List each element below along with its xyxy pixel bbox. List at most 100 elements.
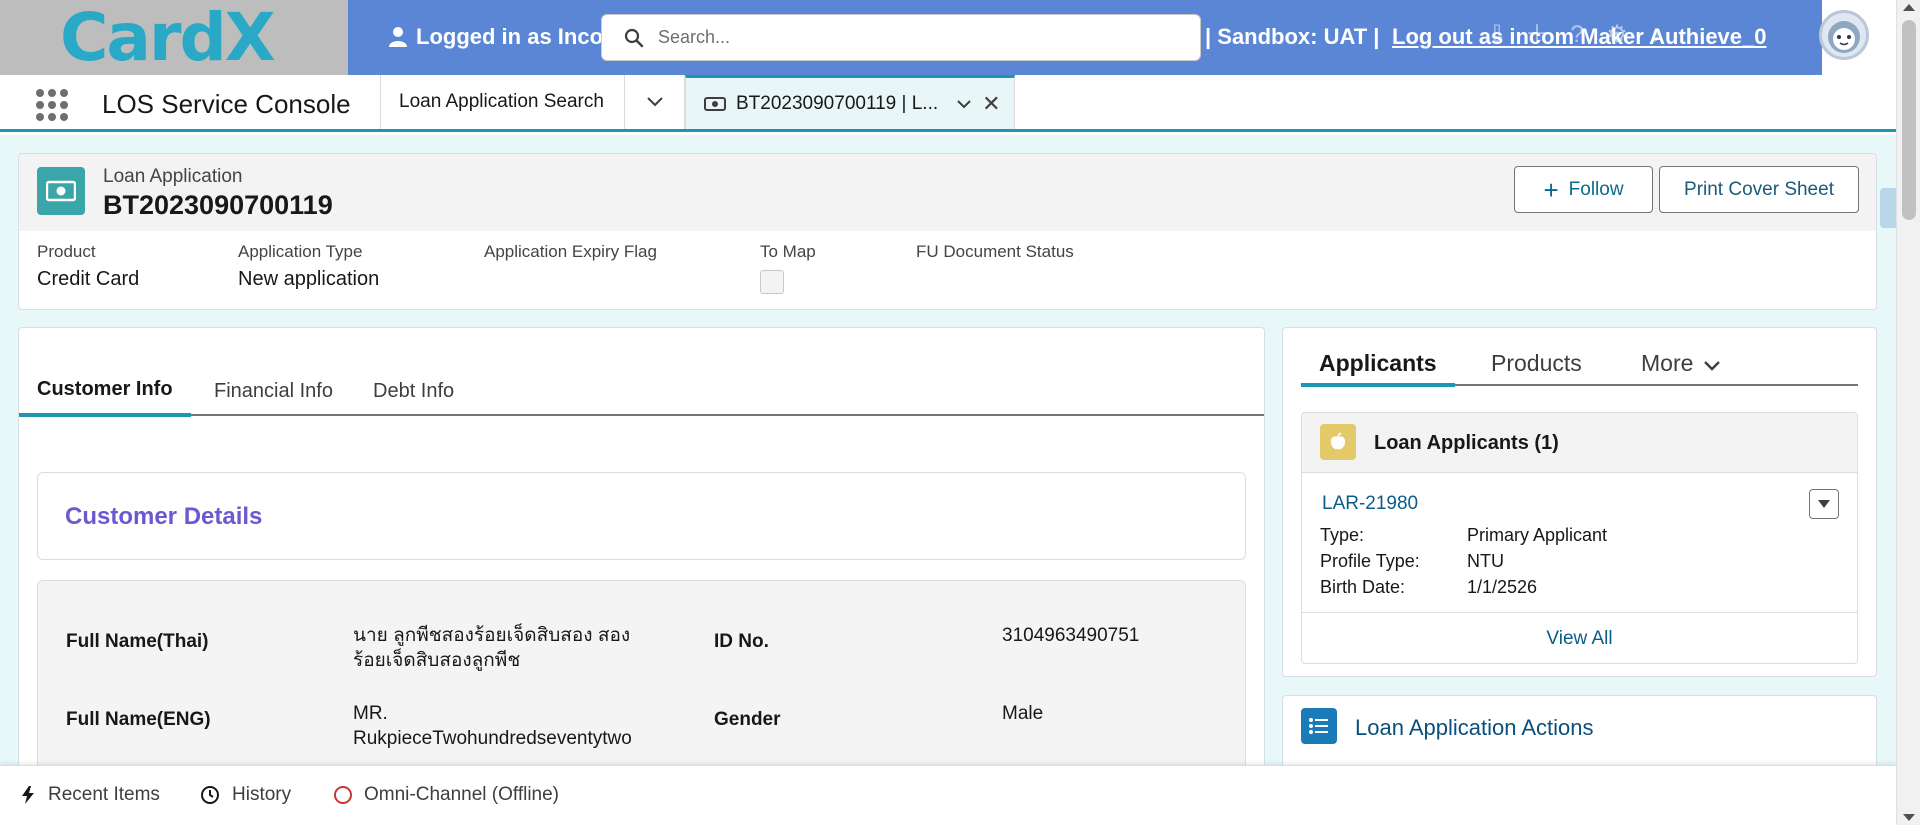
tab-chevron-down-icon[interactable] [956, 99, 972, 109]
field-label: To Map [760, 242, 816, 261]
field-label-full-name-eng: Full Name(ENG) [66, 709, 211, 730]
close-tab-icon[interactable]: ✕ [982, 91, 1000, 117]
related-panel: Applicants Products More Loan Applicants… [1282, 327, 1877, 677]
scroll-thumb[interactable] [1902, 20, 1916, 220]
highlight-field-to-map: To Map [760, 242, 816, 294]
follow-button[interactable]: + Follow [1514, 166, 1653, 213]
user-avatar[interactable] [1819, 10, 1869, 60]
chevron-down-icon [1704, 361, 1721, 371]
to-map-checkbox [760, 270, 784, 294]
app-name: LOS Service Console [102, 89, 351, 119]
print-cover-sheet-button[interactable]: Print Cover Sheet [1659, 166, 1859, 213]
panel-collapse-handle[interactable] [1880, 188, 1896, 228]
tab-label: Loan Application Search [399, 91, 604, 112]
follow-label: Follow [1568, 178, 1624, 200]
scroll-up-arrow-icon[interactable] [1903, 4, 1915, 11]
tab-applicants[interactable]: Applicants [1301, 350, 1455, 387]
tab-loan-application-search[interactable]: Loan Application Search [380, 75, 624, 129]
field-value-full-name-thai: นาย ลูกพีชสองร้อยเจ็ดสิบสอง สองร้อยเจ็ดส… [353, 625, 631, 671]
utility-label: History [232, 784, 292, 805]
sandbox-label: | Sandbox: UAT | [1205, 24, 1380, 49]
record-highlights-panel: Loan Application BT2023090700119 + Follo… [18, 153, 1877, 310]
row-key: Birth Date: [1320, 577, 1406, 597]
field-label-full-name-thai: Full Name(Thai) [66, 631, 209, 652]
page-scrollbar[interactable] [1896, 0, 1920, 825]
cardx-logo: CardX [60, 0, 276, 76]
tab-products[interactable]: Products [1491, 350, 1582, 386]
related-tabset: Applicants Products More [1301, 350, 1858, 387]
plus-icon: + [1543, 174, 1559, 205]
highlight-field-application-type: Application Type New application [238, 242, 379, 291]
customer-fields: Full Name(Thai) นาย ลูกพีชสองร้อยเจ็ดสิบ… [37, 580, 1246, 766]
loan-application-actions-card: Loan Application Actions [1282, 695, 1877, 775]
field-value-full-name-eng: MR. RukpieceTwohundredseventytwo [353, 703, 632, 749]
row-value: NTU [1467, 551, 1504, 571]
tab-loan-application-record[interactable]: BT2023090700119 | L... ✕ [685, 75, 1015, 129]
loan-application-icon [37, 167, 85, 215]
field-label: Application Expiry Flag [484, 242, 657, 261]
related-list-header: Loan Applicants (1) [1302, 413, 1857, 473]
actions-title[interactable]: Loan Application Actions [1355, 715, 1594, 741]
field-label: Product [37, 242, 96, 261]
avatar-icon [1828, 21, 1860, 53]
header-icon-group: ⇩ ＋ ? ⚙ ♪ [1484, 22, 1670, 48]
utility-history[interactable]: History [200, 784, 291, 806]
field-label: Application Type [238, 242, 363, 261]
help-icon[interactable]: ? [1564, 22, 1590, 48]
record-workspace: Loan Application BT2023090700119 + Follo… [0, 135, 1896, 775]
tab-debt-info[interactable]: Debt Info [373, 366, 454, 416]
tab-customer-info[interactable]: Customer Info [19, 366, 191, 417]
logo-area: CardX [0, 0, 348, 75]
related-list-title[interactable]: Loan Applicants (1) [1374, 432, 1559, 455]
field-value-gender: Male [1002, 703, 1044, 724]
money-icon [704, 96, 726, 111]
global-search[interactable] [601, 14, 1201, 61]
field-label-id-no: ID No. [714, 631, 769, 652]
add-icon[interactable]: ＋ [1524, 22, 1550, 48]
caret-down-icon [1818, 500, 1830, 508]
logged-in-text: Logged in as Inco [416, 24, 604, 49]
highlight-field-product: Product Credit Card [37, 242, 139, 291]
tab-financial-info[interactable]: Financial Info [214, 366, 333, 416]
offline-status-icon [334, 786, 352, 804]
console-navbar: LOS Service Console Loan Application Sea… [0, 75, 1896, 132]
scroll-down-arrow-icon[interactable] [1903, 814, 1915, 821]
download-icon[interactable]: ⇩ [1484, 22, 1510, 48]
field-value-id-no: 3104963490751 [1002, 625, 1140, 646]
field-value: New application [238, 268, 380, 290]
app-launcher-icon[interactable] [36, 89, 68, 121]
row-value: Primary Applicant [1467, 525, 1608, 545]
notification-bell-icon[interactable]: ♪ [1644, 22, 1670, 48]
setup-gear-icon[interactable]: ⚙ [1604, 22, 1630, 48]
record-object-label: Loan Application [103, 166, 243, 187]
details-panel: Customer Info Financial Info Debt Info C… [18, 327, 1265, 767]
tab-more[interactable]: More [1641, 350, 1721, 386]
utility-bar: Recent Items History Omni-Channel (Offli… [0, 765, 1896, 825]
highlight-field-expiry-flag: Application Expiry Flag [484, 242, 657, 262]
section-title: Customer Details [65, 503, 263, 530]
nav-tab-overflow-button[interactable] [624, 75, 685, 129]
search-input[interactable] [658, 27, 1178, 48]
loan-applicants-related-list: Loan Applicants (1) LAR-21980 Type: Prima… [1301, 412, 1858, 664]
view-all-link[interactable]: View All [1302, 612, 1857, 663]
field-value: Credit Card [37, 268, 140, 290]
row-key: Profile Type: [1320, 551, 1420, 571]
utility-recent-items[interactable]: Recent Items [20, 784, 160, 806]
row-actions-button[interactable] [1809, 489, 1839, 519]
field-label: FU Document Status [916, 242, 1074, 261]
row-key: Type: [1320, 525, 1365, 545]
utility-omni-channel[interactable]: Omni-Channel (Offline) [334, 784, 559, 806]
utility-label: Omni-Channel (Offline) [364, 784, 560, 805]
applicant-type-row: Type: Primary Applicant [1320, 525, 1607, 546]
chevron-down-icon [646, 97, 663, 107]
tab-label: BT2023090700119 | L... [736, 92, 939, 114]
user-icon [389, 27, 407, 47]
customer-details-section: Customer Details [37, 472, 1246, 560]
details-tabset: Customer Info Financial Info Debt Info [19, 366, 1264, 417]
utility-label: Recent Items [48, 784, 160, 805]
highlight-field-fu-document-status: FU Document Status [916, 242, 1074, 262]
applicant-record-link[interactable]: LAR-21980 [1322, 493, 1418, 515]
record-title: BT2023090700119 [103, 190, 333, 220]
apple-icon [1320, 424, 1356, 460]
lightning-icon [22, 786, 34, 804]
